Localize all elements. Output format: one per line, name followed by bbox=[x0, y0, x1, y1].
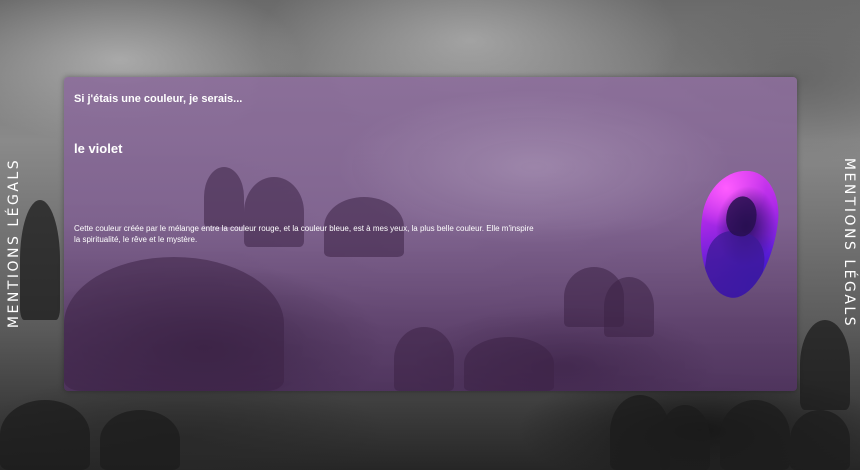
panel-tree-silhouette bbox=[394, 327, 454, 391]
background-tree bbox=[100, 410, 180, 470]
intro-heading: Si j'étais une couleur, je serais... bbox=[74, 93, 243, 105]
description-line-1: Cette couleur créée par le mélange entre… bbox=[74, 224, 534, 233]
legal-mentions-link-right[interactable]: MENTIONS LÉGALS bbox=[841, 158, 857, 328]
background-tree bbox=[800, 320, 850, 410]
background-tree bbox=[660, 405, 710, 470]
color-name-heading: le violet bbox=[74, 141, 123, 156]
portrait-silhouette-head bbox=[723, 194, 760, 239]
background-tree bbox=[0, 400, 90, 470]
legal-mentions-link-left[interactable]: MENTIONS LÉGALS bbox=[6, 158, 22, 328]
portrait-image bbox=[691, 165, 785, 303]
panel-tree-silhouette bbox=[604, 277, 654, 337]
background-tree bbox=[790, 410, 850, 470]
color-card: Si j'étais une couleur, je serais... le … bbox=[64, 77, 797, 391]
panel-tree-silhouette bbox=[204, 167, 244, 227]
description-line-2: la spiritualité, le rêve et le mystère. bbox=[74, 235, 198, 244]
background-tree bbox=[20, 200, 60, 320]
panel-tree-silhouette bbox=[64, 257, 284, 391]
color-description: Cette couleur créée par le mélange entre… bbox=[74, 223, 594, 245]
panel-tree-silhouette bbox=[464, 337, 554, 391]
background-tree bbox=[720, 400, 790, 470]
portrait-silhouette-body bbox=[700, 228, 768, 303]
